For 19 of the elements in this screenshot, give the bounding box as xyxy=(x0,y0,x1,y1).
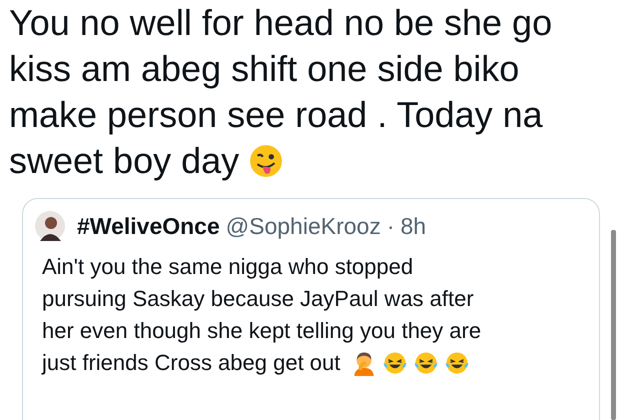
tweet-text-line: make person see road . Today na xyxy=(9,93,543,137)
quoted-tweet-text-line: Ain't you the same nigga who stopped xyxy=(42,253,414,281)
timestamp[interactable]: 8h xyxy=(400,212,426,240)
tweet-text-line: kiss am abeg shift one side biko xyxy=(9,47,520,91)
tweet-text-line: sweet boy day xyxy=(9,139,240,183)
winking-tongue-face-icon xyxy=(249,144,284,178)
user-handle[interactable]: @SophieKrooz xyxy=(226,212,381,240)
laughing-tears-face-icon xyxy=(444,350,470,376)
quoted-tweet-text-line: just friends Cross abeg get out xyxy=(42,349,340,377)
quoted-tweet-text-line: her even though she kept telling you they are xyxy=(42,317,482,345)
laughing-tears-face-icon xyxy=(413,350,440,376)
separator-dot: · xyxy=(386,212,394,240)
laughing-tears-face-icon xyxy=(382,350,408,376)
quoted-tweet-text-line: pursuing Saskay because JayPaul was after xyxy=(42,285,474,313)
scrollbar[interactable] xyxy=(611,230,616,420)
tweet-text-line: You no well for head no be she go xyxy=(9,1,552,45)
display-name[interactable]: #WeliveOnce xyxy=(77,212,220,240)
avatar-icon[interactable] xyxy=(35,211,65,241)
quoted-tweet-card[interactable]: #WeliveOnce @SophieKrooz · 8h Ain't you the same nigga who stopped pursuing Saskay because JayPaul was after her even though she kept telling you they are just friends Cross abeg get out xyxy=(22,198,600,420)
